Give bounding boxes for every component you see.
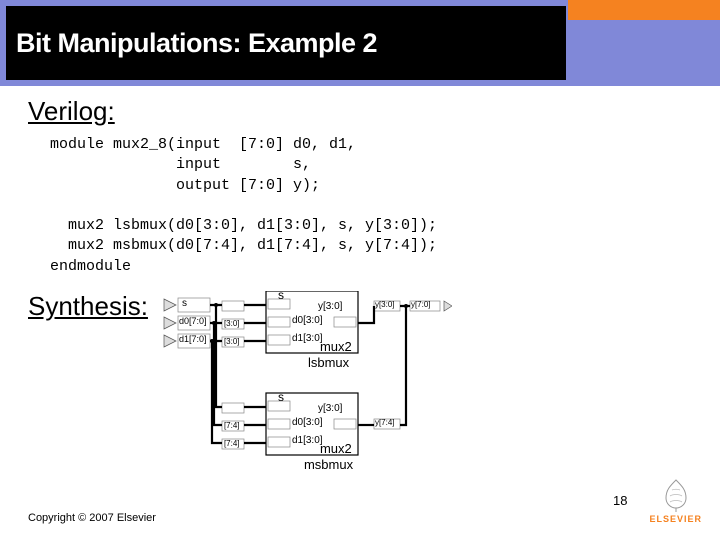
synthesis-diagram: s d0[7:0] d1[7:0] [3:0] [3:0] s d0[3:0] … (162, 291, 452, 501)
code-line: module mux2_8(input [7:0] d0, d1, (50, 136, 356, 153)
diagram-port-d1: d1[3:0] (292, 435, 323, 446)
publisher-name: ELSEVIER (649, 514, 702, 524)
header-black-bg: Bit Manipulations: Example 2 (6, 6, 566, 80)
diagram-port-y: y[3:0] (318, 403, 342, 414)
diagram-out-y70: y[7:0] (411, 300, 431, 309)
diagram-port-d1: d1[3:0] (292, 333, 323, 344)
code-line: output [7:0] y); (50, 177, 320, 194)
diagram-block-label: mux2 (320, 441, 352, 456)
code-line: endmodule (50, 258, 131, 275)
footer-right: 18 ELSEVIER (613, 476, 702, 524)
diagram-slice: [3:0] (224, 337, 240, 346)
verilog-code: module mux2_8(input [7:0] d0, d1, input … (50, 135, 692, 277)
slide-title: Bit Manipulations: Example 2 (16, 28, 377, 59)
diagram-out-y74: y[7:4] (375, 418, 395, 427)
diagram-port-d0: d0[3:0] (292, 315, 323, 326)
diagram-in-d0: d0[7:0] (179, 316, 207, 326)
diagram-slice: [7:4] (224, 439, 240, 448)
code-line: mux2 lsbmux(d0[3:0], d1[3:0], s, y[3:0])… (50, 217, 437, 234)
slide-footer: Copyright © 2007 Elsevier 18 ELSEVIER (0, 476, 720, 524)
diagram-slice: [7:4] (224, 421, 240, 430)
diagram-port-s: s (278, 288, 284, 302)
diagram-slice: [3:0] (224, 319, 240, 328)
slide-header: Bit Manipulations: Example 2 (0, 0, 720, 86)
copyright-text: Copyright © 2007 Elsevier (28, 512, 156, 524)
code-line: input s, (50, 156, 311, 173)
slide-content: Verilog: module mux2_8(input [7:0] d0, d… (0, 86, 720, 501)
tree-icon (658, 476, 694, 512)
verilog-section-label: Verilog: (28, 96, 692, 127)
header-orange-accent (568, 0, 720, 20)
diagram-block-label: mux2 (320, 339, 352, 354)
publisher-logo: ELSEVIER (649, 476, 702, 524)
diagram-inst1: lsbmux (308, 355, 349, 370)
diagram-in-s: s (182, 298, 187, 309)
diagram-out-y30: y[3:0] (375, 300, 395, 309)
page-number: 18 (613, 493, 627, 508)
diagram-port-d0: d0[3:0] (292, 417, 323, 428)
code-line: mux2 msbmux(d0[7:4], d1[7:4], s, y[7:4])… (50, 237, 437, 254)
synthesis-section-label: Synthesis: (28, 291, 148, 322)
diagram-inst2: msbmux (304, 457, 353, 472)
diagram-port-y: y[3:0] (318, 301, 342, 312)
synthesis-row: Synthesis: (28, 291, 692, 501)
diagram-in-d1: d1[7:0] (179, 334, 207, 344)
diagram-port-s: s (278, 390, 284, 404)
